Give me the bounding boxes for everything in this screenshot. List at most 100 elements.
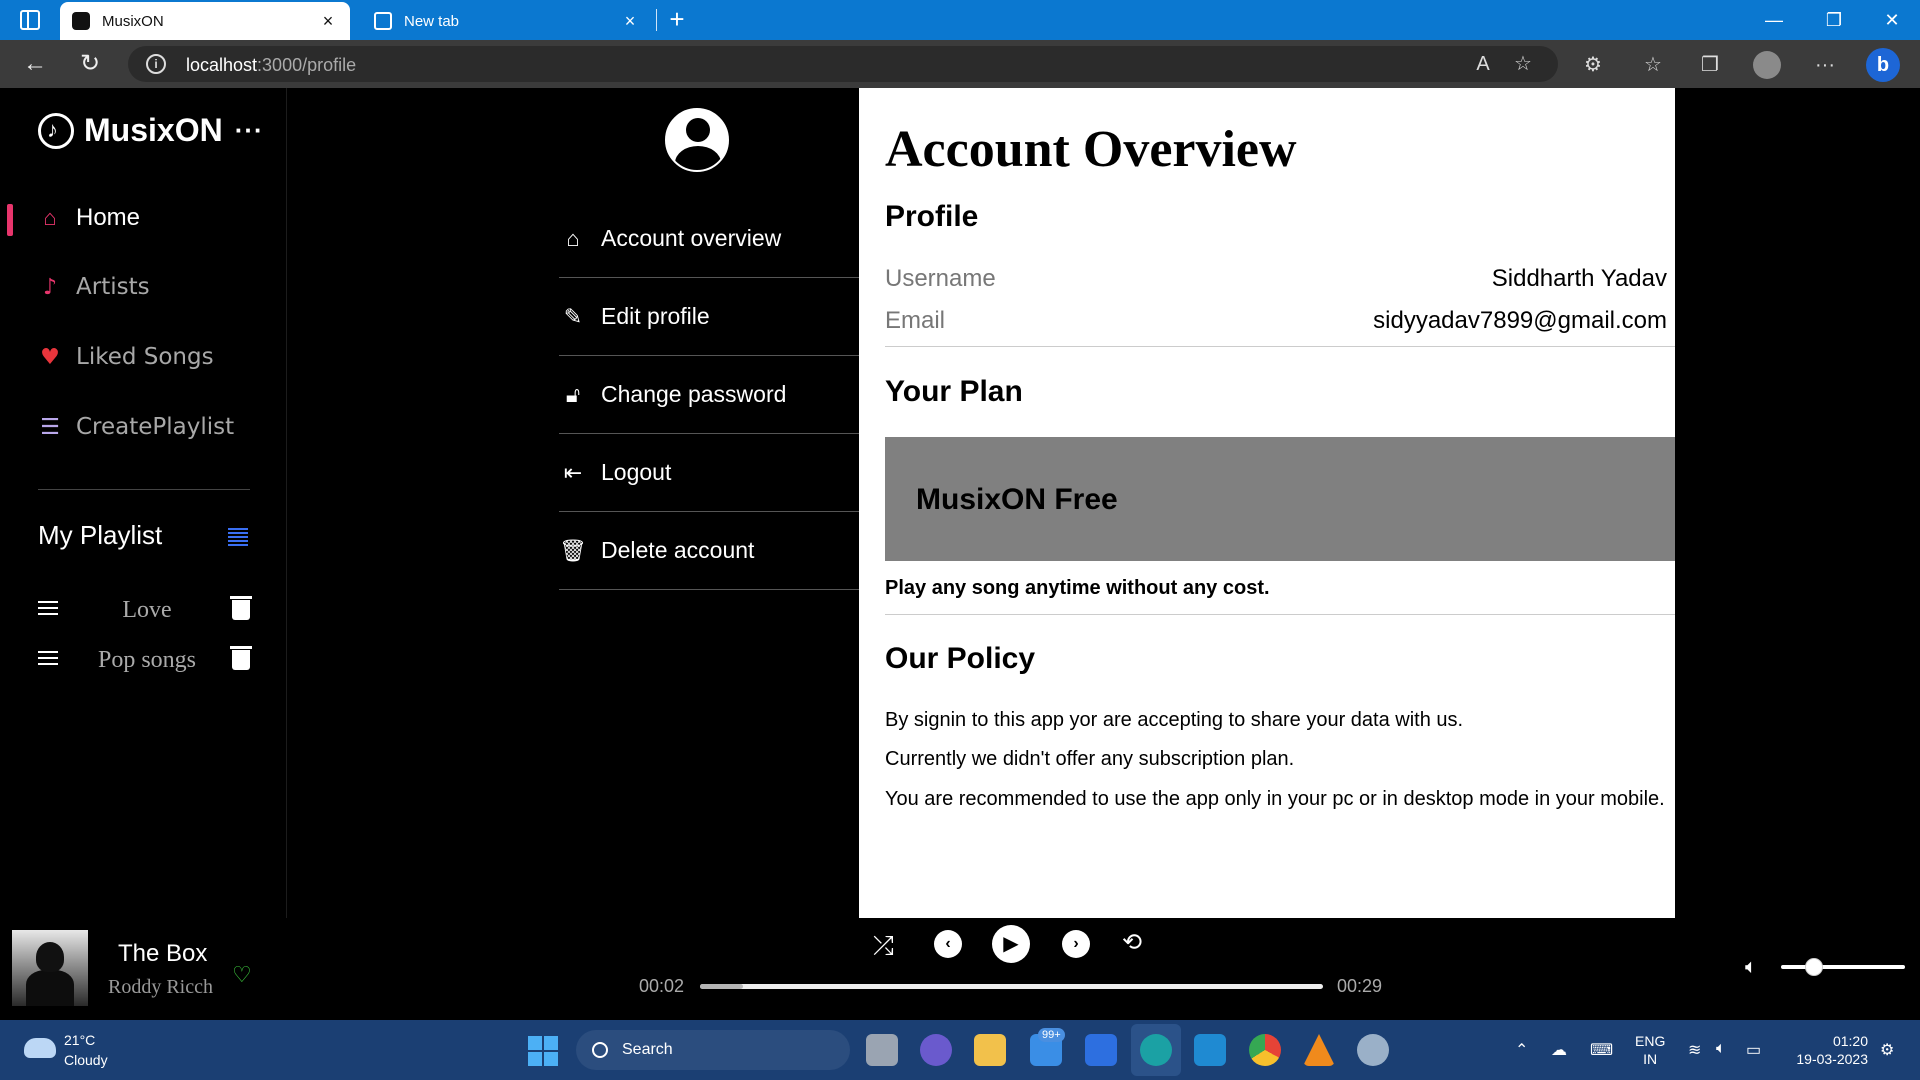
onedrive-icon[interactable]: ☁ [1551,1040,1567,1060]
new-tab-favicon-icon [374,12,392,30]
vscode-icon[interactable] [1194,1034,1226,1066]
file-explorer-icon[interactable] [974,1034,1006,1066]
keyboard-icon[interactable]: ⌨ [1590,1040,1613,1060]
search-icon [592,1042,608,1058]
playlist-item[interactable]: Love [38,594,252,626]
extensions-icon[interactable]: ⚙ [1580,52,1606,78]
wifi-icon[interactable]: ≋ [1688,1040,1701,1060]
my-playlist-heading: My Playlist [38,520,163,550]
taskbar-search[interactable]: Search [576,1030,850,1070]
favorite-star-icon[interactable]: ☆ [1510,51,1536,77]
cloud-weather-icon[interactable] [24,1038,56,1058]
brand-more-icon[interactable]: ··· [235,115,264,146]
dropbox-icon[interactable] [1085,1034,1117,1066]
restore-button[interactable]: ❐ [1820,6,1848,34]
bing-copilot-icon[interactable]: b [1866,48,1900,82]
next-icon: › [1062,930,1090,958]
refresh-icon[interactable]: ↻ [75,49,105,79]
speaker-icon[interactable]: 🔈︎ [1716,1040,1726,1058]
chat-icon[interactable] [920,1034,952,1066]
previous-button[interactable]: ‹ [934,930,962,958]
url-field[interactable]: i localhost:3000/profile A ☆ [128,46,1558,82]
windows-start-icon[interactable] [528,1036,558,1066]
shuffle-icon[interactable]: ⤮ [873,930,894,962]
profile-menu: ⌂ Account overview ✎ Edit profile 🔓︎ Cha… [533,88,859,918]
vlc-icon[interactable] [1303,1034,1335,1066]
system-clock[interactable]: 01:20 19-03-2023 [1788,1032,1868,1068]
next-button[interactable]: › [1062,930,1090,958]
battery-icon[interactable]: ▭ [1746,1040,1761,1060]
delete-playlist-icon[interactable] [230,646,252,670]
playlist-name: Love [122,596,172,623]
queue-music-icon [38,601,62,619]
logout-icon: ⇤ [563,459,583,485]
playlist-item[interactable]: Pop songs [38,644,252,676]
volume-icon[interactable]: 🔈︎ [1745,956,1757,979]
active-indicator [7,204,13,236]
tab-new-tab[interactable]: New tab × [362,2,652,40]
collections-icon[interactable]: ❐ [1697,52,1723,78]
close-window-button[interactable]: ✕ [1878,6,1906,34]
trash-icon: 🗑︎ [559,537,587,563]
plan-heading: Your Plan [885,375,1023,408]
url-text[interactable]: localhost:3000/profile [186,55,356,76]
chrome-icon[interactable] [1249,1034,1281,1066]
menu-item-account-overview[interactable]: ⌂ Account overview [559,200,859,278]
tab-close-icon[interactable]: × [318,11,338,32]
weather-temperature: 21°C [64,1032,96,1048]
task-view-icon[interactable] [866,1034,898,1066]
back-arrow-icon[interactable]: ← [20,49,50,79]
site-info-icon[interactable]: i [146,54,166,74]
user-avatar-icon [665,108,729,172]
play-button[interactable]: ▶ [992,925,1030,963]
player-bar: The Box Roddy Ricch ♡ ⤮ ‹ ▶ › ⟲ 00:02 00… [0,918,1920,1020]
edge-browser-icon[interactable] [1140,1034,1172,1066]
musixon-favicon-icon [72,12,90,30]
settings-icon[interactable] [1357,1034,1389,1066]
new-tab-button[interactable]: + [663,6,691,34]
menu-item-label: Delete account [601,537,755,563]
favorites-icon[interactable]: ☆ [1640,52,1666,78]
volume-slider[interactable] [1781,958,1905,976]
menu-item-edit-profile[interactable]: ✎ Edit profile [559,278,859,356]
play-icon: ▶ [992,925,1030,963]
repeat-icon[interactable]: ⟲ [1122,928,1142,957]
minimize-button[interactable]: — [1760,6,1788,34]
more-options-icon[interactable]: ··· [1812,52,1838,78]
tab-musixon[interactable]: MusixON × [60,2,350,40]
progress-bar[interactable] [700,984,1323,989]
volume-handle[interactable] [1805,958,1824,976]
progress-fill [700,984,743,989]
like-heart-icon[interactable]: ♡ [232,962,252,988]
tab-actions-icon[interactable] [20,10,40,30]
policy-line: By signin to this app yor are accepting … [885,709,1464,731]
tray-overflow-icon[interactable]: ⌃ [1515,1040,1528,1060]
brand[interactable]: MusixON ··· [38,112,264,149]
menu-item-delete-account[interactable]: 🗑︎ Delete account [559,512,859,590]
sidebar-item-liked-songs[interactable]: ♥ Liked Songs [38,344,214,370]
browser-tabbar: MusixON × New tab × + — ❐ ✕ [0,0,1920,40]
sidebar-item-home[interactable]: ⌂ Home [38,204,140,232]
musixon-app: MusixON ··· ⌂ Home ♪ Artists ♥ Liked Son… [0,88,1920,918]
browser-profile-avatar[interactable] [1753,51,1781,79]
home-icon: ⌂ [566,225,580,251]
weather-condition: Cloudy [64,1052,108,1068]
list-view-icon[interactable] [228,528,248,546]
sidebar-item-label: Liked Songs [76,344,214,370]
search-label: Search [622,1041,673,1058]
tab-close-icon[interactable]: × [620,11,640,32]
song-title: The Box [118,940,208,967]
sidebar-item-artists[interactable]: ♪ Artists [38,274,150,300]
musixon-logo-icon [38,112,74,149]
menu-item-logout[interactable]: ⇤ Logout [559,434,859,512]
sidebar-item-create-playlist[interactable]: ☰ CreatePlaylist [38,414,234,440]
page-title: Account Overview [885,121,1297,178]
notifications-icon[interactable]: ⚙ [1880,1040,1894,1060]
menu-item-change-password[interactable]: 🔓︎ Change password [559,356,859,434]
delete-playlist-icon[interactable] [230,596,252,620]
read-aloud-icon[interactable]: A [1470,51,1496,77]
album-art [12,930,88,1006]
email-label: Email [885,307,946,334]
language-indicator[interactable]: ENG IN [1635,1032,1665,1068]
mail-badge: 99+ [1038,1028,1065,1042]
